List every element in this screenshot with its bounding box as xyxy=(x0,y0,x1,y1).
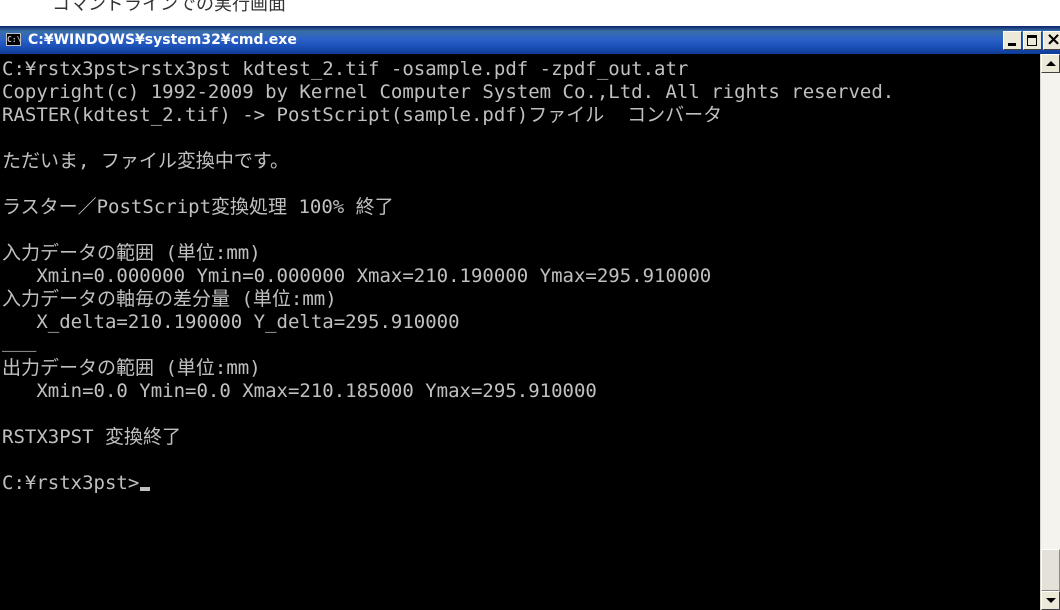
console-line: Copyright(c) 1992-2009 by Kernel Compute… xyxy=(2,81,895,103)
console-output[interactable]: C:¥rstx3pst>rstx3pst kdtest_2.tif -osamp… xyxy=(0,54,1040,610)
console-line: ラスター／PostScript変換処理 100% 終了 xyxy=(2,196,394,218)
console-line: ___ xyxy=(2,330,37,352)
console-line: ただいま, ファイル変換中です。 xyxy=(2,150,289,172)
console-line: Xmin=0.000000 Ymin=0.000000 Xmax=210.190… xyxy=(2,265,712,287)
console-line: Xmin=0.0 Ymin=0.0 Xmax=210.185000 Ymax=2… xyxy=(2,380,597,402)
console-line: 出力データの範囲 (単位:mm) xyxy=(2,357,261,379)
console-line: 入力データの範囲 (単位:mm) xyxy=(2,242,261,264)
window-title: C:¥WINDOWS¥system32¥cmd.exe xyxy=(28,32,297,48)
vertical-scrollbar[interactable] xyxy=(1040,54,1060,610)
console-line: RASTER(kdtest_2.tif) -> PostScript(sampl… xyxy=(2,104,723,126)
page-caption: コマンドラインでの実行画面 xyxy=(52,0,286,15)
text-cursor xyxy=(140,487,151,491)
console-app-icon[interactable]: C:\ xyxy=(6,33,21,46)
console-line: RSTX3PST 変換終了 xyxy=(2,426,181,448)
console-line: C:¥rstx3pst>rstx3pst kdtest_2.tif -osamp… xyxy=(2,58,689,80)
console-line: 入力データの軸毎の差分量 (単位:mm) xyxy=(2,288,337,310)
maximize-button[interactable] xyxy=(1023,31,1042,50)
minimize-button[interactable] xyxy=(1003,31,1022,50)
page-caption-strip: コマンドラインでの実行画面 xyxy=(0,0,1060,26)
scroll-down-arrow-icon[interactable] xyxy=(1041,591,1060,610)
console-prompt: C:¥rstx3pst> xyxy=(2,472,140,494)
title-bar[interactable]: C:\ C:¥WINDOWS¥system32¥cmd.exe xyxy=(0,26,1060,54)
scroll-up-arrow-icon[interactable] xyxy=(1041,54,1060,73)
cmd-window: C:\ C:¥WINDOWS¥system32¥cmd.exe C:¥rstx3… xyxy=(0,26,1060,610)
scrollbar-thumb[interactable] xyxy=(1041,549,1060,591)
console-prompt-line[interactable]: C:¥rstx3pst> xyxy=(2,472,151,494)
close-button[interactable] xyxy=(1043,29,1060,50)
console-line: X_delta=210.190000 Y_delta=295.910000 xyxy=(2,311,460,333)
